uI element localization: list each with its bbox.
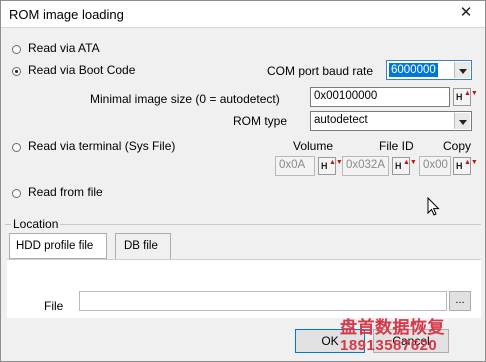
radio-read-from-file[interactable] bbox=[12, 189, 21, 198]
location-group-border bbox=[5, 224, 481, 225]
location-group-title: Location bbox=[11, 217, 61, 231]
hex-icon: H bbox=[456, 161, 463, 171]
up-down-arrows-icon: ▲▼ bbox=[329, 159, 343, 166]
rom-type-select[interactable]: autodetect bbox=[310, 111, 472, 131]
tab-db-file[interactable]: DB file bbox=[115, 233, 171, 259]
up-down-arrows-icon: ▲▼ bbox=[464, 159, 478, 166]
file-id-label: File ID bbox=[379, 139, 414, 153]
chevron-down-icon[interactable] bbox=[454, 113, 470, 129]
hex-icon: H bbox=[321, 161, 328, 171]
tab-hdd-profile-file-label: HDD profile file bbox=[16, 240, 94, 252]
up-down-arrows-icon: ▲▼ bbox=[464, 90, 478, 97]
radio-read-via-terminal[interactable] bbox=[12, 143, 21, 152]
radio-read-via-ata-label[interactable]: Read via ATA bbox=[28, 41, 100, 55]
hex-toggle-file-id[interactable]: H ▲▼ bbox=[392, 157, 417, 175]
radio-read-via-terminal-label[interactable]: Read via terminal (Sys File) bbox=[28, 139, 175, 153]
hex-icon: H bbox=[395, 161, 402, 171]
baud-rate-value: 6000000 bbox=[389, 63, 438, 77]
hex-toggle-min-size[interactable]: H ▲▼ bbox=[453, 88, 478, 106]
browse-button[interactable]: ... bbox=[449, 291, 471, 311]
watermark-line1: 盘首数据恢复 bbox=[340, 318, 445, 337]
baud-rate-label: COM port baud rate bbox=[267, 64, 374, 78]
volume-label: Volume bbox=[293, 139, 334, 153]
hex-toggle-volume[interactable]: H ▲▼ bbox=[318, 157, 343, 175]
radio-read-via-boot-code[interactable] bbox=[12, 67, 21, 76]
tab-db-file-label: DB file bbox=[124, 240, 158, 252]
min-image-size-label: Minimal image size (0 = autodetect) bbox=[90, 92, 280, 106]
chevron-down-icon[interactable] bbox=[454, 62, 470, 78]
hex-toggle-copy[interactable]: H ▲▼ bbox=[453, 157, 478, 175]
file-id-input[interactable]: 0x032A bbox=[342, 156, 389, 176]
rom-type-label: ROM type bbox=[233, 114, 288, 128]
file-path-label: File bbox=[44, 299, 64, 313]
mouse-cursor-icon bbox=[427, 197, 440, 216]
baud-rate-select[interactable]: 6000000 bbox=[386, 60, 472, 80]
up-down-arrows-icon: ▲▼ bbox=[403, 159, 417, 166]
rom-type-value: autodetect bbox=[314, 114, 368, 126]
volume-input[interactable]: 0x0A bbox=[275, 156, 315, 176]
close-icon[interactable]: ✕ bbox=[457, 4, 475, 22]
hex-icon: H bbox=[456, 92, 463, 102]
title-bar: ROM image loading ✕ bbox=[1, 1, 485, 28]
watermark-line2: 18913587620 bbox=[340, 337, 438, 354]
file-path-input[interactable] bbox=[79, 291, 447, 311]
radio-read-from-file-label[interactable]: Read from file bbox=[28, 185, 103, 199]
min-image-size-input[interactable]: 0x00100000 bbox=[310, 87, 450, 107]
radio-read-via-boot-code-label[interactable]: Read via Boot Code bbox=[28, 63, 135, 77]
copy-label: Copy bbox=[443, 139, 472, 153]
tab-hdd-profile-file[interactable]: HDD profile file bbox=[9, 233, 107, 259]
window-title: ROM image loading bbox=[9, 7, 124, 22]
radio-read-via-ata[interactable] bbox=[12, 45, 21, 54]
copy-input[interactable]: 0x00 bbox=[419, 156, 451, 176]
rom-image-loading-dialog: ROM image loading ✕ Read via ATA Read vi… bbox=[0, 0, 486, 362]
